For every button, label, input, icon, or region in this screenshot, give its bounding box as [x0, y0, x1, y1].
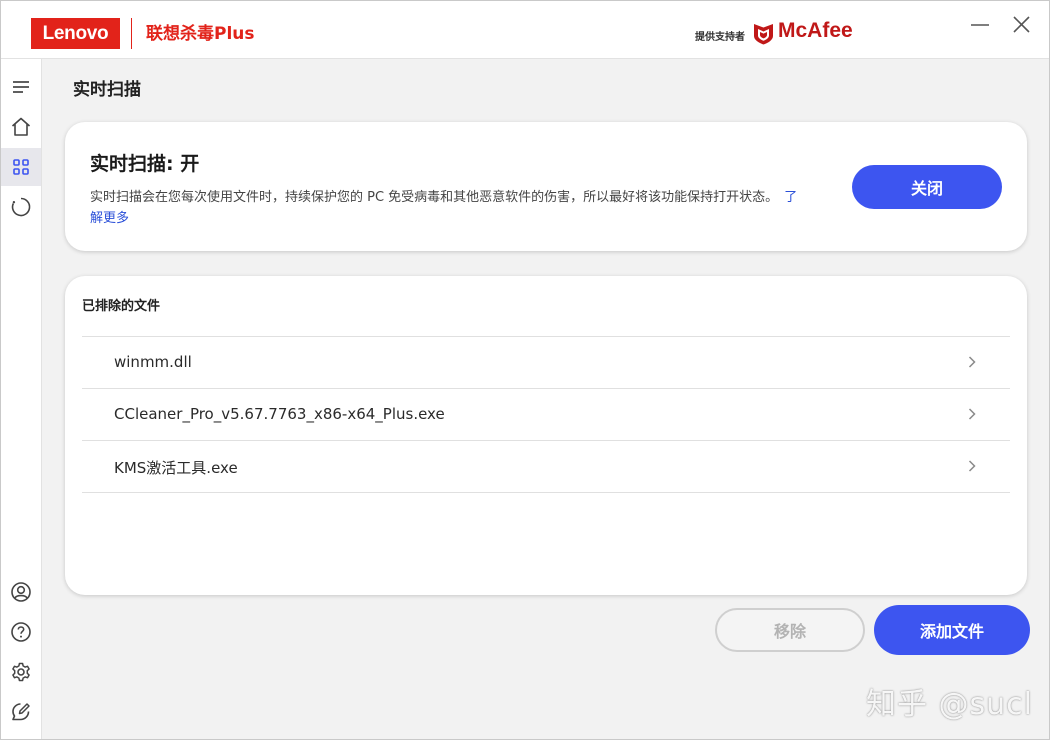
sidebar-item-home[interactable]: [1, 108, 41, 146]
sidebar-item-settings[interactable]: [1, 653, 41, 691]
close-icon: [1013, 16, 1030, 33]
mcafee-logo-text: McAfee: [778, 19, 853, 42]
close-button[interactable]: [1008, 11, 1036, 39]
sidebar-item-menu[interactable]: [1, 68, 41, 106]
excluded-file-name: winmm.dll: [114, 353, 192, 371]
excluded-files-list: winmm.dll CCleaner_Pro_v5.67.7763_x86-x6…: [82, 336, 1010, 493]
watermark: 知乎 @sucl: [866, 687, 1034, 722]
chevron-right-icon: [968, 356, 976, 368]
sidebar-item-help[interactable]: [1, 613, 41, 651]
feedback-icon: [12, 703, 30, 721]
sidebar-item-feedback[interactable]: [1, 693, 41, 731]
chevron-right-icon: [968, 408, 976, 420]
turn-off-button[interactable]: 关闭: [852, 165, 1002, 209]
title-bar: Lenovo 联想杀毒Plus 提供支持者 McAfee: [1, 1, 1049, 59]
mcafee-shield-icon: [754, 24, 773, 45]
minimize-button[interactable]: [967, 11, 995, 39]
refresh-circle-icon: [11, 197, 31, 217]
scan-status-title: 实时扫描: 开: [90, 153, 200, 175]
minimize-icon: [971, 24, 989, 26]
excluded-file-name: CCleaner_Pro_v5.67.7763_x86-x64_Plus.exe: [114, 405, 445, 423]
app-window: Lenovo 联想杀毒Plus 提供支持者 McAfee 实时扫描 实时扫描: …: [0, 0, 1050, 740]
help-icon: [11, 622, 31, 642]
excluded-file-row[interactable]: CCleaner_Pro_v5.67.7763_x86-x64_Plus.exe: [82, 389, 1010, 441]
lenovo-logo: Lenovo: [31, 18, 120, 49]
sidebar-item-apps[interactable]: [1, 148, 41, 186]
menu-icon: [13, 81, 29, 93]
sidebar: [1, 59, 42, 739]
chevron-right-icon: [968, 460, 976, 472]
title-divider: [131, 18, 132, 49]
sidebar-item-scan[interactable]: [1, 188, 41, 226]
excluded-files-title: 已排除的文件: [82, 299, 161, 314]
excluded-file-name: KMS激活工具.exe: [114, 459, 238, 477]
remove-button[interactable]: 移除: [715, 608, 865, 652]
grid-icon: [13, 159, 29, 175]
excluded-file-row[interactable]: KMS激活工具.exe: [82, 441, 1010, 493]
add-file-button[interactable]: 添加文件: [874, 605, 1030, 655]
product-name: 联想杀毒Plus: [146, 24, 255, 44]
home-icon: [11, 117, 31, 136]
scan-description-text: 实时扫描会在您每次使用文件时，持续保护您的 PC 免受病毒和其他恶意软件的伤害，…: [90, 190, 779, 205]
sidebar-item-account[interactable]: [1, 573, 41, 611]
realtime-scan-card: 实时扫描: 开 实时扫描会在您每次使用文件时，持续保护您的 PC 免受病毒和其他…: [65, 122, 1027, 251]
page-title: 实时扫描: [73, 80, 141, 100]
gear-icon: [12, 662, 30, 682]
scan-description: 实时扫描会在您每次使用文件时，持续保护您的 PC 免受病毒和其他恶意软件的伤害，…: [90, 187, 810, 229]
user-icon: [11, 582, 31, 602]
excluded-files-card: 已排除的文件 winmm.dll CCleaner_Pro_v5.67.7763…: [65, 276, 1027, 595]
powered-by-label: 提供支持者: [695, 32, 745, 43]
excluded-file-row[interactable]: winmm.dll: [82, 337, 1010, 389]
